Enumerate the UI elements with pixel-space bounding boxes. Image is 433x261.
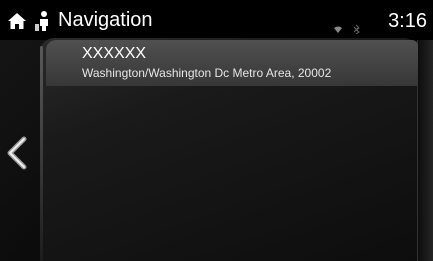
result-name: XXXXXX xyxy=(82,45,147,62)
result-list-item[interactable]: XXXXXX Washington/Washington Dc Metro Ar… xyxy=(46,40,418,86)
back-button[interactable] xyxy=(4,136,34,170)
scroll-bezel xyxy=(417,40,433,261)
bluetooth-icon xyxy=(353,24,360,34)
navigation-screen: Navigation 3:16 XXXXXX Washington/Washin… xyxy=(0,0,433,261)
header-bar: Navigation 3:16 xyxy=(0,0,433,40)
clock: 3:16 xyxy=(388,10,427,32)
chevron-left-icon xyxy=(7,136,27,170)
navigation-person-icon xyxy=(35,11,48,31)
panel-rail xyxy=(40,46,43,261)
signal-icon xyxy=(334,26,342,33)
page-title: Navigation xyxy=(58,9,153,31)
result-address: Washington/Washington Dc Metro Area, 200… xyxy=(82,66,332,80)
home-icon[interactable] xyxy=(7,12,27,30)
status-icons xyxy=(334,24,360,34)
